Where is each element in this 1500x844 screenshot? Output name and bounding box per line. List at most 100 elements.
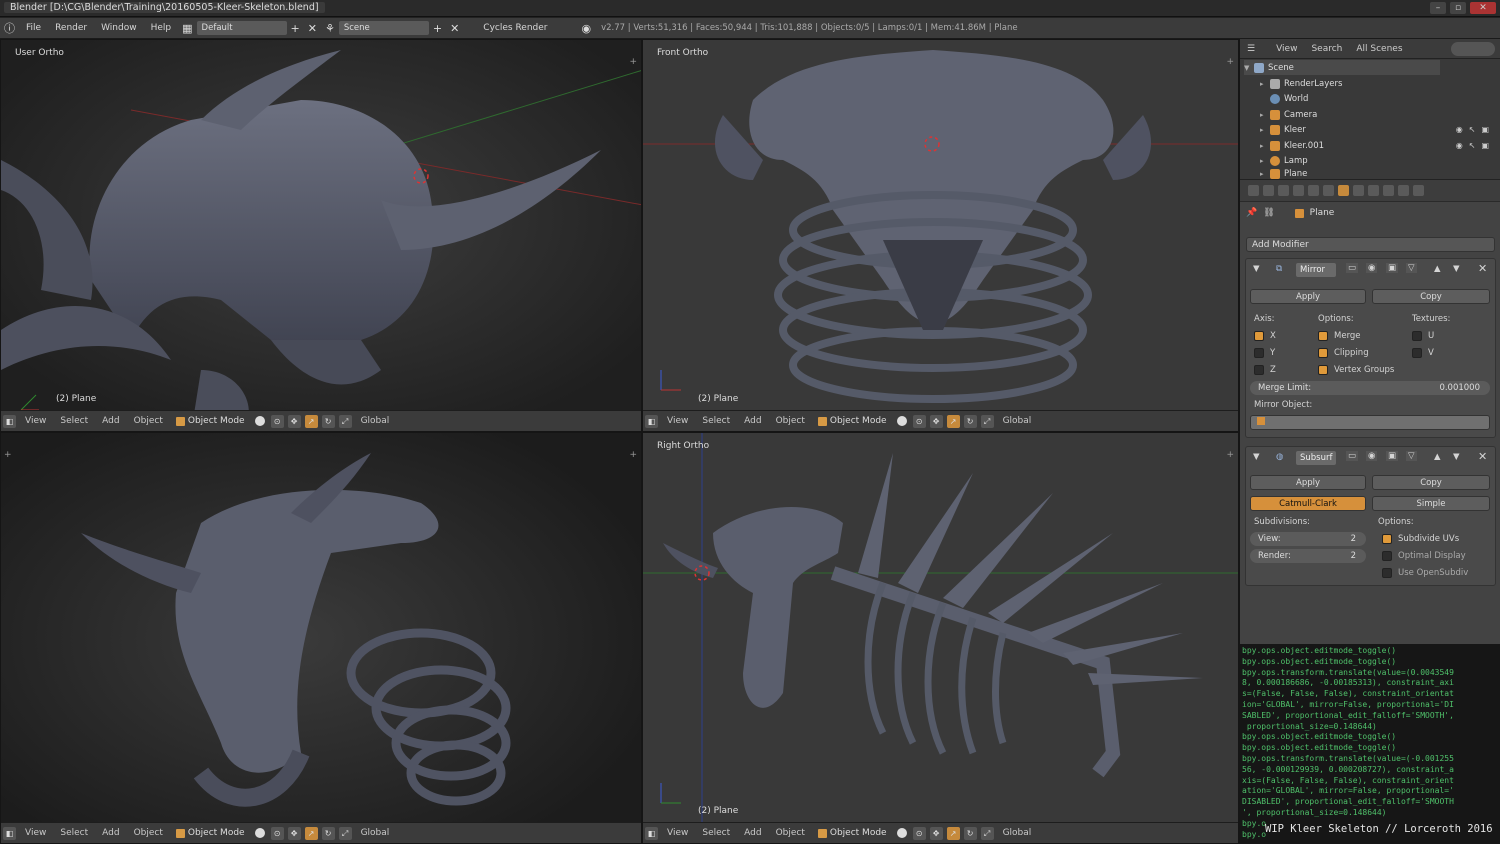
translate-icon[interactable]: ↗ [946, 826, 960, 840]
layout-field[interactable]: Default [196, 21, 287, 35]
visibility-icon[interactable]: ◉ [1366, 263, 1378, 273]
mode-select[interactable]: Object Mode [817, 828, 887, 838]
use-opensubdiv-checkbox[interactable] [1382, 568, 1392, 578]
scale-icon[interactable]: ⤢ [338, 826, 352, 840]
mode-select[interactable]: Object Mode [175, 416, 245, 426]
remove-layout-icon[interactable]: ✕ [308, 22, 317, 35]
menu-object[interactable]: Object [776, 416, 805, 426]
mirror-object-field[interactable] [1250, 415, 1490, 430]
mirror-copy-button[interactable]: Copy [1372, 289, 1490, 304]
visibility-icon[interactable]: ◉ [1366, 451, 1378, 461]
scale-icon[interactable]: ⤢ [338, 414, 352, 428]
orientation-select[interactable]: Global [361, 416, 390, 426]
remove-modifier-icon[interactable]: ✕ [1478, 450, 1487, 463]
menu-add[interactable]: Add [102, 828, 119, 838]
object-tab-icon[interactable] [1308, 185, 1319, 196]
cursor-icon[interactable]: ↖ [1469, 125, 1476, 134]
render-levels-field[interactable]: Render: 2 [1250, 549, 1366, 563]
outliner-editor-icon[interactable]: ☰ [1247, 44, 1255, 54]
eye-icon[interactable]: ◉ [1456, 125, 1463, 134]
axis-y-checkbox[interactable] [1254, 348, 1264, 358]
outliner-search-field[interactable] [1451, 42, 1495, 56]
orientation-select[interactable]: Global [1003, 828, 1032, 838]
viewport-front-ortho[interactable]: Front Ortho (2) Plane + ◧ View Select Ad… [642, 39, 1239, 432]
layers-tab-icon[interactable] [1263, 185, 1274, 196]
rotate-icon[interactable]: ↻ [963, 414, 977, 428]
physics-tab-icon[interactable] [1413, 185, 1424, 196]
material-tab-icon[interactable] [1368, 185, 1379, 196]
outliner-row-scene[interactable]: ▼ Scene [1244, 60, 1440, 75]
pivot-icon[interactable]: ⊙ [270, 826, 284, 840]
manipulator-icon[interactable]: ✥ [929, 826, 943, 840]
texture-u-checkbox[interactable] [1412, 331, 1422, 341]
expand-icon[interactable]: ▸ [1260, 170, 1270, 178]
menu-add[interactable]: Add [744, 828, 761, 838]
scene-field[interactable]: Scene [338, 21, 429, 35]
menu-view[interactable]: View [667, 416, 688, 426]
screen-layout-icon[interactable]: ▦ [182, 22, 192, 35]
outliner-row-lamp[interactable]: ▸ Lamp [1260, 153, 1500, 168]
remove-modifier-icon[interactable]: ✕ [1478, 262, 1487, 275]
expand-icon[interactable]: ▸ [1260, 126, 1270, 134]
menu-object[interactable]: Object [134, 416, 163, 426]
maximize-icon[interactable]: ▫ [1450, 2, 1466, 14]
add-scene-icon[interactable]: + [433, 22, 442, 35]
optimal-display-checkbox[interactable] [1382, 551, 1392, 561]
move-up-icon[interactable]: ▲ [1434, 264, 1441, 274]
outliner-row-renderlayers[interactable]: ▸ RenderLayers [1260, 76, 1500, 91]
pin-icon[interactable]: 📌 [1246, 208, 1257, 218]
remove-scene-icon[interactable]: ✕ [450, 22, 459, 35]
cage-icon[interactable]: ▽ [1406, 263, 1417, 273]
shading-icon[interactable] [896, 828, 907, 838]
move-down-icon[interactable]: ▼ [1453, 264, 1460, 274]
mirror-apply-button[interactable]: Apply [1250, 289, 1366, 304]
editor-type-icon[interactable]: ◧ [3, 414, 16, 428]
translate-icon[interactable]: ↗ [304, 414, 318, 428]
manipulator-icon[interactable]: ✥ [929, 414, 943, 428]
realtime-icon[interactable]: ▭ [1346, 451, 1359, 461]
eye-icon[interactable]: ◉ [1456, 141, 1463, 150]
expand-icon[interactable]: ▸ [1260, 157, 1270, 165]
clipping-checkbox[interactable] [1318, 348, 1328, 358]
viewport-split-icon[interactable]: + [1226, 450, 1234, 460]
shading-icon[interactable] [254, 416, 265, 426]
mirror-name-field[interactable]: Mirror [1296, 263, 1336, 277]
world-tab-icon[interactable] [1293, 185, 1304, 196]
add-layout-icon[interactable]: + [291, 22, 300, 35]
manipulator-icon[interactable]: ✥ [287, 414, 301, 428]
viewport-split-icon[interactable]: + [1226, 57, 1234, 67]
viewport-split-left-icon[interactable]: + [4, 450, 12, 460]
texture-tab-icon[interactable] [1383, 185, 1394, 196]
mode-select[interactable]: Object Mode [817, 416, 887, 426]
constraints-tab-icon[interactable] [1323, 185, 1334, 196]
move-down-icon[interactable]: ▼ [1453, 452, 1460, 462]
viewport-right-ortho[interactable]: Right Ortho (2) Plane + ◧ View Select Ad… [642, 432, 1239, 844]
translate-icon[interactable]: ↗ [946, 414, 960, 428]
expand-icon[interactable]: ▼ [1244, 64, 1254, 72]
info-editor-icon[interactable]: ⓘ [4, 20, 15, 36]
rotate-icon[interactable]: ↻ [321, 414, 335, 428]
outliner-menu-view[interactable]: View [1276, 44, 1297, 54]
rotate-icon[interactable]: ↻ [963, 826, 977, 840]
data-tab-icon[interactable] [1353, 185, 1364, 196]
subsurf-name-field[interactable]: Subsurf [1296, 451, 1336, 465]
expand-icon[interactable]: ▸ [1260, 80, 1270, 88]
editor-type-icon[interactable]: ◧ [645, 826, 658, 840]
menu-object[interactable]: Object [776, 828, 805, 838]
render-engine-select[interactable]: Cycles Render [483, 23, 547, 33]
outliner-row-plane[interactable]: ▸ Plane [1260, 168, 1500, 179]
shading-icon[interactable] [896, 416, 907, 426]
collapse-icon[interactable]: ▼ [1253, 452, 1260, 462]
pivot-icon[interactable]: ⊙ [270, 414, 284, 428]
subdivide-uvs-checkbox[interactable] [1382, 534, 1392, 544]
menu-file[interactable]: File [26, 23, 41, 33]
menu-select[interactable]: Select [60, 416, 88, 426]
menu-select[interactable]: Select [60, 828, 88, 838]
collapse-icon[interactable]: ▼ [1253, 264, 1260, 274]
scene-tab-icon[interactable] [1278, 185, 1289, 196]
axis-z-checkbox[interactable] [1254, 365, 1264, 375]
merge-limit-field[interactable]: Merge Limit: 0.001000 [1250, 381, 1490, 395]
viewport-split-icon[interactable]: + [629, 57, 637, 67]
render-icon[interactable]: ▣ [1481, 125, 1489, 134]
render-tab-icon[interactable] [1248, 185, 1259, 196]
